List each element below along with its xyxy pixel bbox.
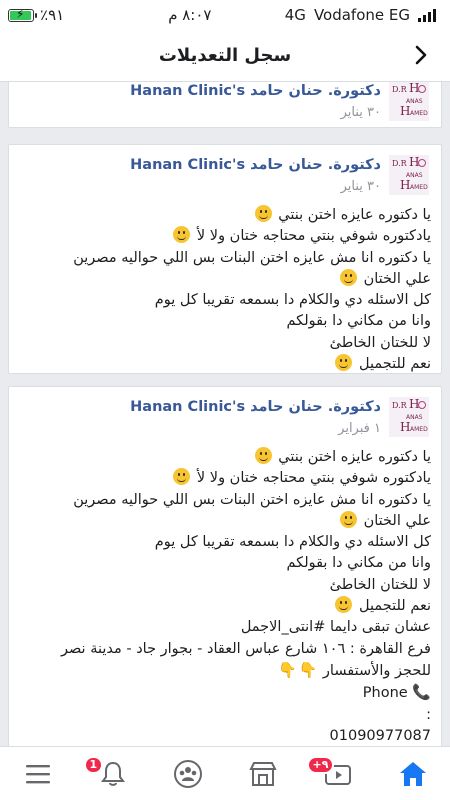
clinic-logo-avatar[interactable]: D.R H ANAS H AMED (389, 155, 429, 195)
smile-emoji-icon (339, 268, 357, 286)
history-entry: D.R H ANAS H AMED دكتورة. حنان حامد Hana… (8, 144, 442, 374)
svg-text:D.R: D.R (392, 85, 408, 94)
post-line: : (426, 706, 431, 723)
post-line: وانا من مكاني دا بقولكم (286, 555, 431, 572)
page-title: سجل التعديلات (158, 45, 292, 66)
clock: ٨:٠٧ م (168, 6, 212, 24)
post-header: D.R H ANAS H AMED دكتورة. حنان حامد Hana… (9, 82, 441, 131)
post-line: نعم للتجميل (23, 354, 431, 375)
history-entry: D.R H ANAS H AMED دكتورة. حنان حامد Hana… (8, 82, 442, 128)
post-date[interactable]: ٣٠ يناير (341, 105, 381, 120)
notifications-badge: 1 (83, 755, 104, 774)
post-header: D.R H ANAS H AMED دكتورة. حنان حامد Hana… (9, 387, 441, 447)
post-line: كل الاسئله دي والكلام دا بسمعه تقريبا كل… (154, 534, 431, 551)
smile-emoji-icon (254, 447, 272, 464)
status-bar: ⚡ ٪٩١ ٨:٠٧ م 4G Vodafone EG (0, 0, 450, 30)
bell-icon (100, 761, 125, 786)
groups-icon (173, 759, 202, 788)
smile-emoji-icon (254, 205, 272, 222)
post-line: يا دكتوره عايزه اختن بنتي (23, 447, 431, 468)
network-type: 4G (284, 6, 306, 24)
home-icon (399, 761, 426, 786)
post-body: يا دكتوره عايزه اختن بنتي يادكتوره شوفي … (9, 447, 441, 746)
post-date[interactable]: ١ فبراير (338, 421, 381, 436)
svg-text:D.R: D.R (392, 401, 408, 410)
post-line: يادكتوره شوفي بنتي محتاجه ختان ولا لأ (23, 226, 431, 247)
svg-text:H: H (400, 420, 410, 434)
history-entry: D.R H ANAS H AMED دكتورة. حنان حامد Hana… (8, 386, 442, 746)
post-author[interactable]: دكتورة. حنان حامد Hanan Clinic's (130, 157, 381, 173)
page-header: سجل التعديلات (0, 30, 450, 82)
network-group: 4G Vodafone EG (285, 6, 436, 24)
bottom-navigation: 1 +٩ (0, 746, 450, 800)
back-chevron-icon[interactable] (408, 42, 434, 68)
post-line: يادكتوره شوفي بنتي محتاجه ختان ولا لأ (23, 468, 431, 489)
post-line: كل الاسئله دي والكلام دا بسمعه تقريبا كل… (154, 292, 431, 309)
point-down-icon: 👇 (277, 660, 297, 679)
nav-watch[interactable]: +٩ (306, 754, 363, 794)
carrier-name: Vodafone EG (313, 6, 410, 24)
post-body: يا دكتوره عايزه اختن بنتي يادكتوره شوفي … (9, 205, 441, 375)
svg-text:H: H (409, 82, 419, 95)
marketplace-icon (248, 761, 277, 786)
post-line: للحجز والأستفسار 👇👇 (23, 660, 431, 682)
edit-history-feed[interactable]: D.R H ANAS H AMED دكتورة. حنان حامد Hana… (0, 82, 450, 746)
clinic-logo-avatar[interactable]: D.R H ANAS H AMED (389, 82, 429, 121)
svg-text:AMED: AMED (410, 110, 428, 117)
post-date[interactable]: ٣٠ يناير (341, 179, 381, 194)
signal-icon (418, 8, 436, 22)
nav-marketplace[interactable] (238, 754, 288, 794)
svg-text:D.R: D.R (392, 159, 408, 168)
post-line: نعم للتجميل (23, 596, 431, 617)
smile-emoji-icon (335, 596, 353, 614)
battery-group: ⚡ ٪٩١ ٨:٠٧ م (8, 6, 211, 24)
post-header: D.R H ANAS H AMED دكتورة. حنان حامد Hana… (9, 145, 441, 205)
nav-notifications[interactable]: 1 (83, 754, 138, 794)
post-line: علي الختان (23, 510, 431, 532)
battery-icon: ⚡ (8, 7, 37, 22)
post-line: وانا من مكاني دا بقولكم (286, 313, 431, 330)
menu-icon (25, 764, 50, 783)
smile-emoji-icon (173, 226, 191, 244)
point-down-icon: 👇 (298, 660, 318, 679)
post-author[interactable]: دكتورة. حنان حامد Hanan Clinic's (130, 399, 381, 415)
post-line: يا دكتوره عايزه اختن بنتي (23, 205, 431, 226)
post-line: علي الختان (23, 268, 431, 290)
battery-percent: ٪٩١ (40, 6, 65, 24)
smile-emoji-icon (335, 354, 353, 372)
clinic-logo-avatar[interactable]: D.R H ANAS H AMED (389, 397, 429, 437)
hashtag-line[interactable]: عشان تبقى دايما #انتى_الاجمل (23, 617, 431, 638)
svg-text:AMED: AMED (410, 184, 428, 191)
svg-text:H: H (409, 397, 419, 411)
svg-text:H: H (409, 155, 419, 169)
post-line: فرع القاهرة : ١٠٦ شارع عباس العقاد - بجو… (60, 640, 431, 657)
phone-icon: 📞 (412, 683, 431, 702)
svg-text:AMED: AMED (410, 426, 428, 433)
post-line: يا دكتوره انا مش عايزه اختن البنات بس ال… (73, 491, 431, 508)
smile-emoji-icon (173, 468, 191, 486)
nav-groups[interactable] (163, 754, 213, 794)
phone-number[interactable]: 01090977087 (23, 726, 431, 746)
smile-emoji-icon (339, 510, 357, 528)
nav-menu[interactable] (13, 754, 63, 794)
nav-home[interactable] (388, 754, 438, 794)
watch-badge: +٩ (306, 755, 335, 774)
post-author[interactable]: دكتورة. حنان حامد Hanan Clinic's (130, 83, 381, 99)
post-line: 📞 Phone (23, 682, 431, 704)
post-line: لا للختان الخاطئ (329, 334, 431, 351)
svg-text:H: H (400, 178, 410, 192)
svg-text:H: H (400, 104, 410, 118)
post-line: يا دكتوره انا مش عايزه اختن البنات بس ال… (73, 249, 431, 266)
post-line: لا للختان الخاطئ (329, 576, 431, 593)
